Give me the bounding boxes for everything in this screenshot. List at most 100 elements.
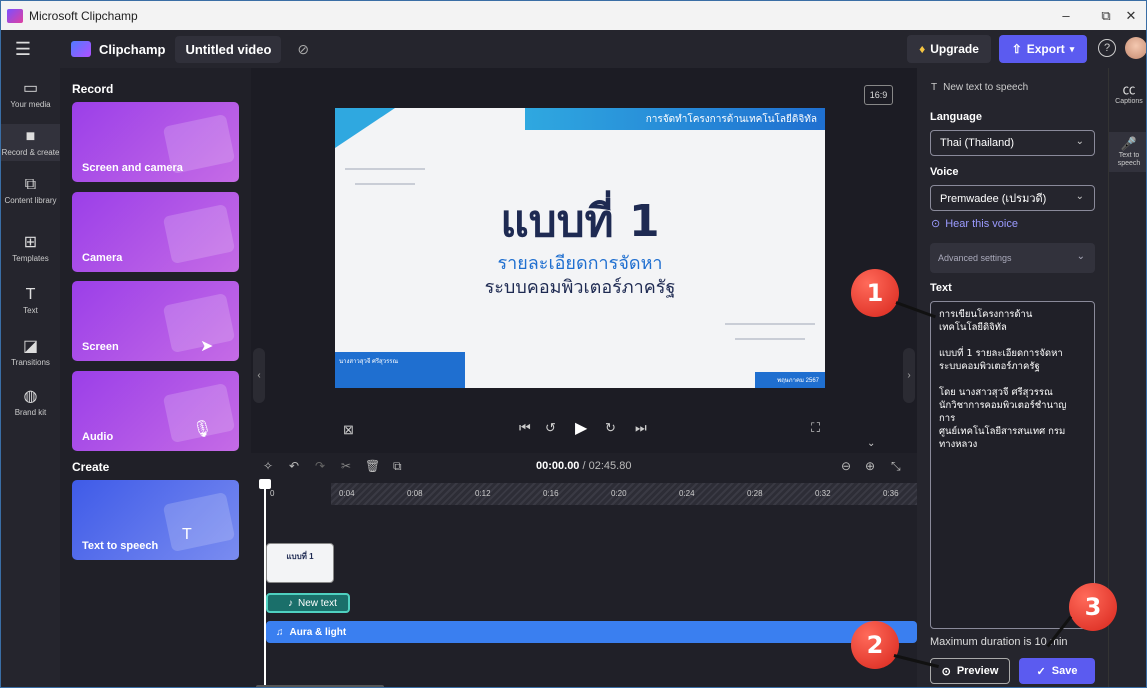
diamond-icon: ♦ bbox=[919, 42, 926, 56]
minimize-button[interactable]: – bbox=[1046, 1, 1086, 30]
hear-voice-link[interactable]: ⊙ Hear this voice bbox=[931, 217, 1018, 230]
tts-text-area[interactable]: การเขียนโครงการด้าน เทคโนโลยีดิจิทัล แบบ… bbox=[930, 301, 1095, 629]
screen-card[interactable]: Screen ➤ bbox=[72, 281, 239, 361]
card-decoration bbox=[162, 203, 236, 265]
card-decoration bbox=[162, 292, 236, 354]
magic-icon[interactable]: ✧ bbox=[263, 459, 273, 473]
window-title: Microsoft Clipchamp bbox=[29, 8, 138, 23]
camera-card[interactable]: Camera bbox=[72, 192, 239, 272]
slide-title: แบบที่ 1 bbox=[500, 196, 660, 247]
chevron-down-icon[interactable]: ⌄ bbox=[867, 438, 875, 449]
advanced-settings-label: Advanced settings bbox=[938, 253, 1012, 263]
cloud-off-icon[interactable]: ⊘ bbox=[297, 41, 309, 58]
slide-banner: การจัดทำโครงการด้านเทคโนโลยีดิจิทัล bbox=[525, 108, 825, 130]
voice-icon: ♪ bbox=[288, 597, 293, 609]
save-button[interactable]: ✓ Save bbox=[1019, 658, 1095, 684]
rail-transitions[interactable]: ◪ Transitions bbox=[1, 338, 60, 367]
redo-icon[interactable]: ↷ bbox=[315, 459, 325, 473]
step-badge-2: 2 bbox=[851, 621, 899, 669]
slide-circuit-line bbox=[345, 168, 425, 170]
aspect-ratio-button[interactable]: 16:9 bbox=[864, 85, 893, 105]
tts-clip[interactable]: ♪ New text bbox=[266, 593, 350, 613]
zoom-in-icon[interactable]: ⊕ bbox=[865, 459, 875, 473]
fullscreen-icon[interactable]: ⛶ bbox=[811, 420, 820, 436]
delete-icon[interactable]: 🗑 bbox=[365, 459, 380, 473]
text-icon: T bbox=[25, 286, 36, 303]
total-time: / 02:45.80 bbox=[582, 460, 632, 472]
upgrade-button[interactable]: ♦ Upgrade bbox=[907, 35, 991, 63]
collapse-right-handle[interactable]: › bbox=[903, 348, 915, 403]
slide-banner-text: การจัดทำโครงการด้านเทคโนโลยีดิจิทัล bbox=[645, 113, 817, 125]
export-label: Export bbox=[1026, 42, 1065, 56]
slide-date: พฤษภาคม 2567 bbox=[777, 378, 819, 384]
check-icon: ✓ bbox=[1036, 665, 1046, 678]
tts-panel-header: T New text to speech bbox=[931, 82, 1028, 93]
camera-icon: ■ bbox=[25, 128, 36, 145]
ruler-tick: 0:04 bbox=[339, 489, 355, 498]
text-to-speech-card[interactable]: Text to speech T bbox=[72, 480, 239, 560]
cut-icon[interactable]: ✂ bbox=[341, 459, 351, 473]
record-create-panel: Record Screen and camera Camera Screen ➤ … bbox=[60, 68, 251, 687]
duplicate-icon[interactable]: ⧉ bbox=[393, 459, 402, 474]
rail-label: Brand kit bbox=[14, 408, 47, 417]
rail-label: Transitions bbox=[11, 358, 50, 367]
forward-5-icon[interactable]: ↻ bbox=[605, 420, 616, 436]
skip-forward-icon[interactable]: ⏭ bbox=[635, 420, 647, 436]
playhead[interactable] bbox=[264, 483, 266, 687]
brand-name: Clipchamp bbox=[99, 41, 166, 57]
chevron-down-icon: ⌄ bbox=[1076, 251, 1085, 262]
ruler-tick: 0:32 bbox=[815, 489, 831, 498]
video-clip[interactable]: แบบที่ 1 bbox=[266, 543, 334, 583]
ruler-tick: 0:20 bbox=[611, 489, 627, 498]
rail-label: Text bbox=[23, 306, 38, 315]
hide-preview-icon[interactable]: ⊠ bbox=[343, 422, 354, 438]
voice-label: Voice bbox=[930, 166, 959, 178]
rail-text[interactable]: T Text bbox=[1, 286, 60, 315]
rail-your-media[interactable]: ▭ Your media bbox=[1, 80, 60, 109]
collapse-left-handle[interactable]: ‹ bbox=[253, 348, 265, 403]
voice-value: Premwadee (เปรมวดี) bbox=[940, 193, 1047, 205]
tts-tab-label: Text to speech bbox=[1117, 152, 1141, 167]
chevron-down-icon: ▾ bbox=[1069, 43, 1075, 54]
voice-select[interactable]: Premwadee (เปรมวดี) ⌄ bbox=[930, 185, 1095, 211]
video-preview-canvas[interactable]: การจัดทำโครงการด้านเทคโนโลยีดิจิทัล แบบท… bbox=[335, 108, 825, 388]
card-label: Text to speech bbox=[82, 540, 159, 552]
audio-clip[interactable]: ♫ Aura & light bbox=[266, 621, 917, 643]
avatar[interactable] bbox=[1125, 37, 1146, 59]
menu-icon[interactable]: ☰ bbox=[1, 39, 45, 60]
captions-tab[interactable]: ㏄ Captions bbox=[1109, 82, 1146, 106]
language-select[interactable]: Thai (Thailand) ⌄ bbox=[930, 130, 1095, 156]
rail-templates[interactable]: ⊞ Templates bbox=[1, 234, 60, 263]
preview-button[interactable]: ⊙ Preview bbox=[930, 658, 1010, 684]
screen-and-camera-card[interactable]: Screen and camera bbox=[72, 102, 239, 182]
zoom-out-icon[interactable]: ⊖ bbox=[841, 459, 851, 473]
slide-circuit-line bbox=[355, 183, 415, 185]
video-title-input[interactable]: Untitled video bbox=[175, 35, 282, 63]
title-bar: Microsoft Clipchamp – ⧉ ✕ bbox=[1, 1, 1146, 30]
rail-content-library[interactable]: ⧉ Content library bbox=[1, 176, 60, 205]
audio-card[interactable]: Audio 🎙 bbox=[72, 371, 239, 451]
rail-label: Content library bbox=[4, 196, 57, 205]
brand-kit-icon: ◍ bbox=[23, 388, 38, 405]
text-to-speech-tab[interactable]: 🎤 Text to speech bbox=[1109, 132, 1146, 172]
rewind-5-icon[interactable]: ↺ bbox=[545, 420, 556, 436]
close-button[interactable]: ✕ bbox=[1116, 1, 1146, 30]
skip-back-icon[interactable]: ⏮ bbox=[519, 420, 531, 436]
fit-icon[interactable]: ⤡ bbox=[891, 459, 901, 474]
rail-brand-kit[interactable]: ◍ Brand kit bbox=[1, 388, 60, 417]
advanced-settings-toggle[interactable]: Advanced settings ⌄ bbox=[930, 243, 1095, 273]
play-icon[interactable]: ▶ bbox=[575, 418, 587, 438]
help-icon[interactable]: ? bbox=[1098, 39, 1116, 57]
ruler-tick: 0:16 bbox=[543, 489, 559, 498]
audio-clip-label: Aura & light bbox=[289, 626, 347, 638]
playhead-handle[interactable] bbox=[259, 479, 271, 489]
rail-record-create[interactable]: ■ Record & create bbox=[1, 124, 60, 161]
timecode: 00:00.00 / 02:45.80 bbox=[536, 460, 631, 472]
card-label: Screen and camera bbox=[82, 162, 183, 174]
brand: Clipchamp bbox=[71, 41, 165, 57]
rail-label: Your media bbox=[10, 100, 51, 109]
undo-icon[interactable]: ↶ bbox=[289, 459, 299, 473]
card-label: Audio bbox=[82, 431, 114, 443]
slide-author: นางสาวสุวจี ศรีสุวรรณ bbox=[339, 359, 399, 365]
export-button[interactable]: ⇧ Export ▾ bbox=[999, 35, 1087, 63]
